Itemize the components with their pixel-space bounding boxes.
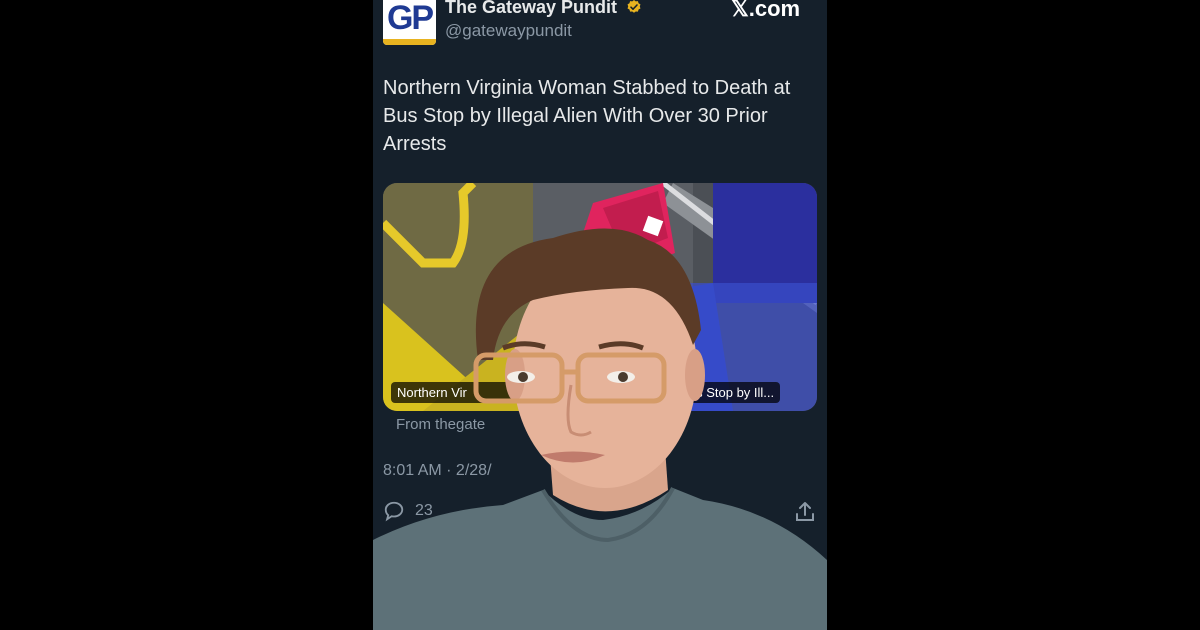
verified-badge-icon bbox=[627, 0, 641, 13]
avatar-text: GP bbox=[386, 0, 434, 37]
community-notes-link[interactable]: tes › bbox=[765, 550, 794, 567]
avatar[interactable]: GP bbox=[383, 0, 436, 45]
post-timestamp[interactable]: 8:01 AM · 2/28/ bbox=[383, 462, 492, 480]
bus-cctv-image bbox=[383, 183, 817, 411]
x-logo: 𝕏.com bbox=[731, 0, 801, 21]
divider bbox=[373, 588, 827, 589]
post-text: Northern Virginia Woman Stabbed to Death… bbox=[383, 77, 791, 155]
link-card-source[interactable]: From thegate bbox=[396, 416, 485, 433]
author-name-text: The Gateway Pundit bbox=[445, 0, 618, 17]
share-icon bbox=[796, 502, 814, 521]
author-name[interactable]: The Gateway Pundit bbox=[445, 0, 642, 18]
reply-button[interactable]: 23 bbox=[383, 500, 433, 522]
share-button[interactable] bbox=[793, 500, 817, 529]
avatar-stripe bbox=[383, 39, 436, 45]
link-card-image[interactable]: Northern Vir eath at Bus Stop by Ill... bbox=[383, 183, 817, 411]
link-card-title: Northern Vir eath at Bus Stop by Ill... bbox=[391, 382, 781, 403]
card-title-left: Northern Vir bbox=[397, 385, 467, 400]
reply-icon bbox=[384, 501, 404, 522]
author-handle[interactable]: @gatewaypundit bbox=[445, 21, 572, 41]
reply-count: 23 bbox=[415, 502, 433, 519]
more-options-icon[interactable]: ··· bbox=[797, 596, 818, 617]
card-title-right: eath at Bus Stop by Ill... bbox=[636, 385, 775, 400]
post-frame: GP The Gateway Pundit @gatewaypundit 𝕏.c… bbox=[373, 0, 827, 630]
